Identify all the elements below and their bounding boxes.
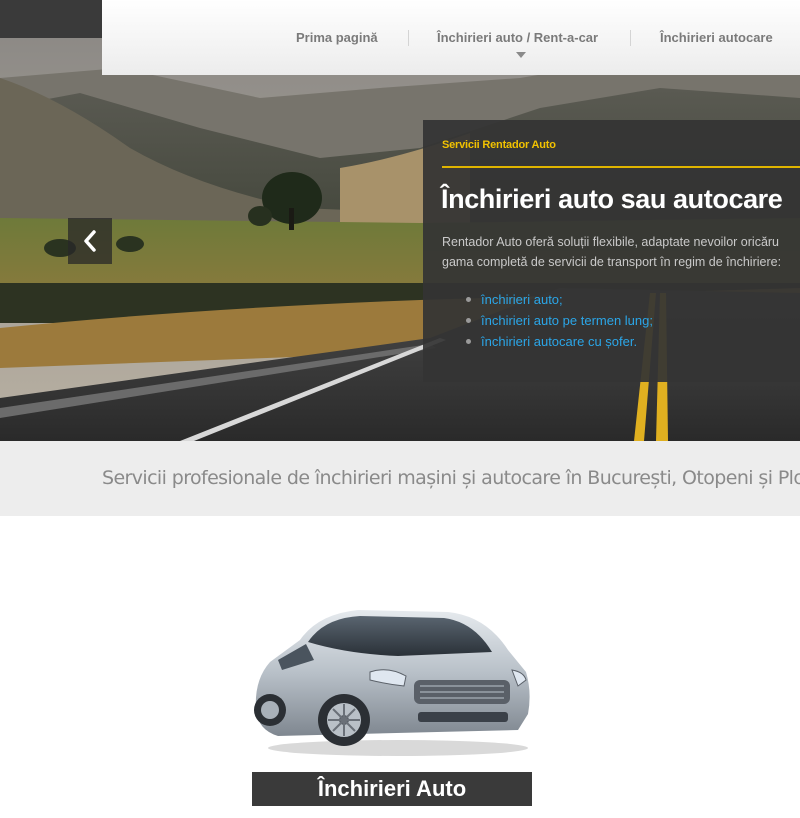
slider-prev-button[interactable] [68, 218, 112, 264]
chevron-left-icon [84, 230, 96, 252]
link-long-term-rental[interactable]: închirieri auto pe termen lung; [463, 310, 653, 331]
hero-kicker: Servicii Rentador Auto [442, 139, 556, 151]
chevron-down-icon[interactable] [516, 52, 526, 58]
tagline-text: Servicii profesionale de închirieri mași… [102, 467, 800, 489]
nav-divider [630, 30, 631, 46]
nav-coaches[interactable]: Închirieri autocare [660, 30, 773, 45]
hero-description: Rentador Auto oferă soluții flexibile, a… [442, 232, 800, 272]
nav-divider [408, 30, 409, 46]
logo-area-background [0, 0, 102, 38]
nav-rent-a-car[interactable]: Închirieri auto / Rent-a-car [437, 30, 598, 45]
nav-home[interactable]: Prima pagină [296, 30, 378, 45]
silver-sedan-car [254, 610, 530, 756]
hero-title: Închirieri auto sau autocare [441, 184, 783, 214]
hero-description-line: Rentador Auto oferă soluții flexibile, a… [442, 235, 780, 249]
service-links-list: închirieri auto; închirieri auto pe term… [463, 289, 653, 352]
link-car-rental[interactable]: închirieri auto; [463, 289, 653, 310]
link-coach-rental[interactable]: închirieri autocare cu șofer. [463, 331, 653, 352]
hero-description-line: gama completă de servicii de transport î… [442, 255, 782, 269]
hero-slider: Servicii Rentador Auto Închirieri auto s… [0, 38, 800, 441]
hero-caption-panel: Servicii Rentador Auto Închirieri auto s… [423, 120, 800, 382]
tagline-band: Servicii profesionale de închirieri mași… [0, 441, 800, 516]
accent-divider [442, 166, 800, 168]
main-navigation: Prima pagină Închirieri auto / Rent-a-ca… [102, 0, 800, 75]
car-image[interactable] [248, 600, 532, 760]
card-title-car-rental[interactable]: Închirieri Auto [252, 772, 532, 806]
